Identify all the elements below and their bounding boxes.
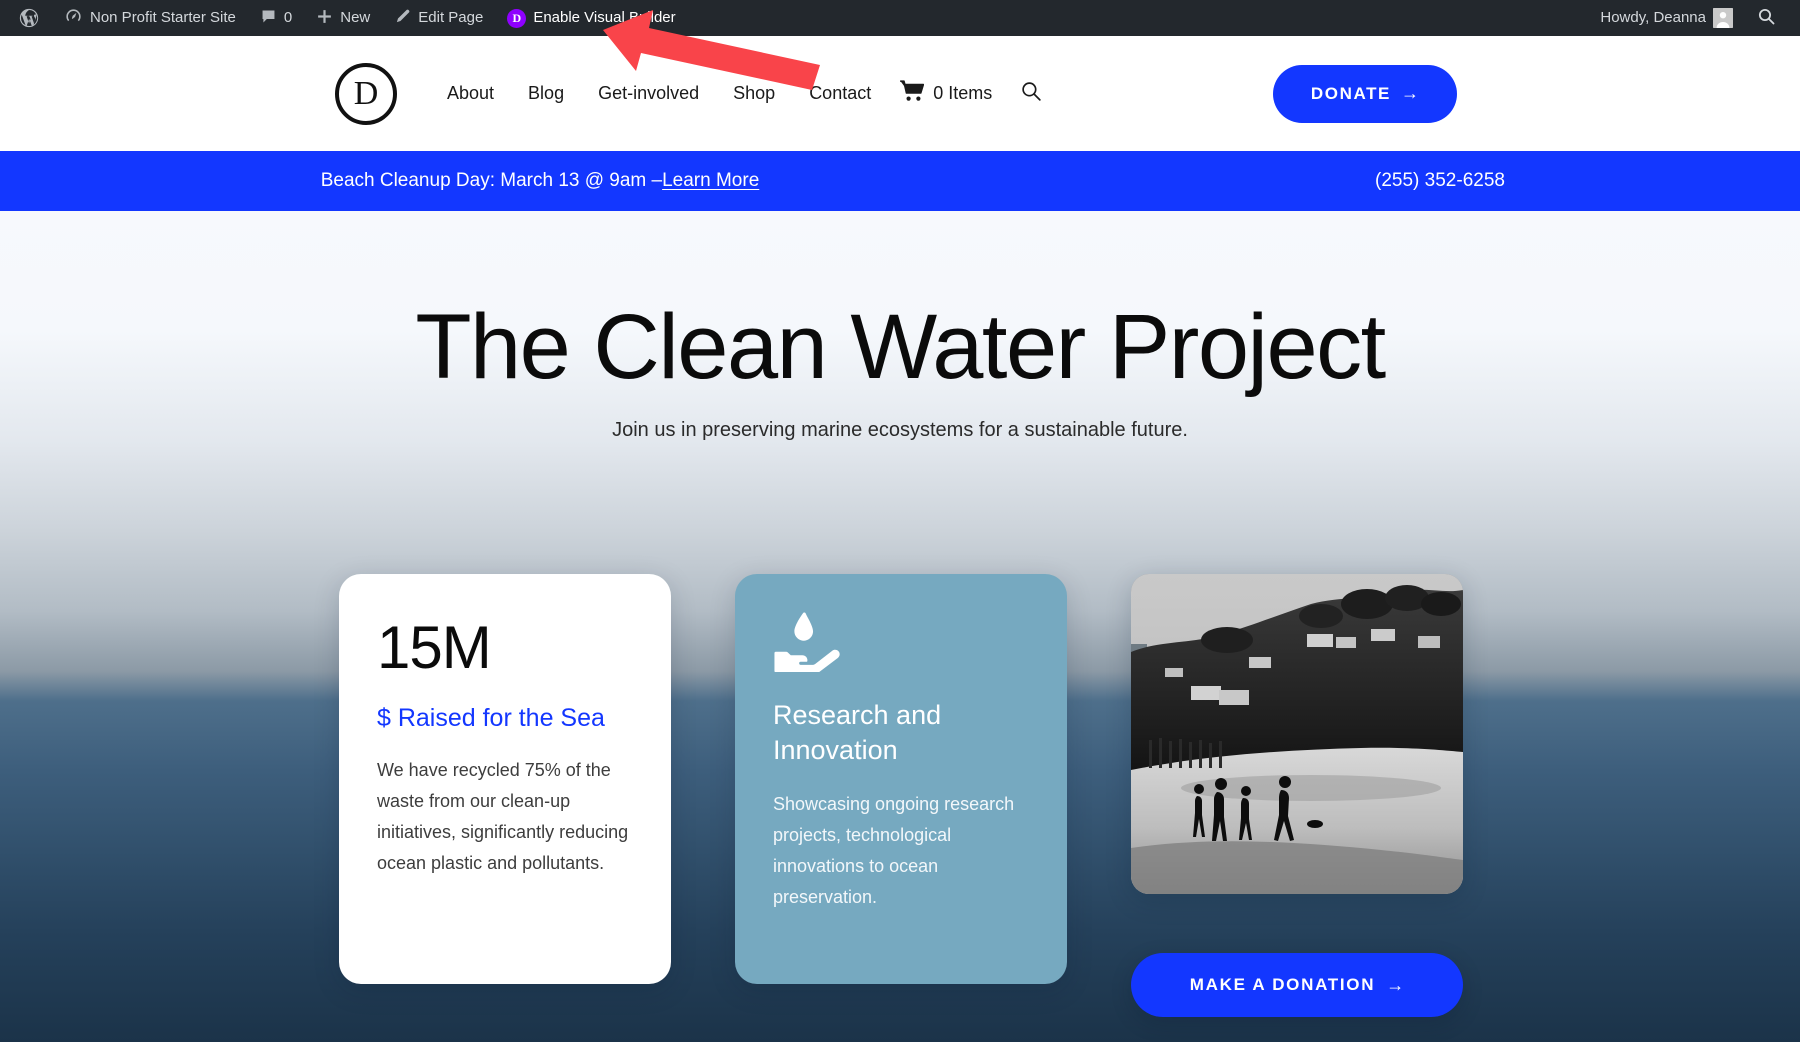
primary-navigation: About Blog Get-involved Shop Contact [430, 83, 888, 104]
announcement-message: Beach Cleanup Day: March 13 @ 9am – Lear… [0, 151, 1080, 211]
admin-bar-search[interactable] [1745, 0, 1788, 36]
feature-card: Research and Innovation Showcasing ongoi… [735, 574, 1067, 984]
stat-number: 15M [377, 614, 492, 681]
admin-bar-edit-page-label: Edit Page [418, 9, 484, 26]
comment-bubble-icon [260, 8, 277, 29]
page-subtitle: Join us in preserving marine ecosystems … [612, 419, 1188, 441]
feature-cards: 15M $ Raised for the Sea We have recycle… [339, 574, 1463, 1017]
nav-item-about[interactable]: About [430, 83, 511, 104]
divi-badge-icon: D [507, 8, 527, 28]
arrow-right-icon: → [1386, 974, 1405, 995]
admin-bar-site-name[interactable]: Non Profit Starter Site [52, 0, 248, 36]
admin-bar-enable-visual-builder[interactable]: D Enable Visual Builder [495, 0, 687, 36]
nav-item-blog[interactable]: Blog [511, 83, 581, 104]
feature-body: Showcasing ongoing research projects, te… [773, 794, 1015, 907]
admin-bar-howdy-label: Howdy, Deanna [1600, 9, 1706, 26]
site-header: D About Blog Get-involved Shop Contact 0… [0, 36, 1800, 151]
site-logo[interactable]: D [335, 62, 397, 125]
admin-bar-site-name-label: Non Profit Starter Site [90, 9, 236, 26]
media-card: MAKE A DONATION → [1131, 574, 1463, 1017]
announcement-learn-more-link[interactable]: Learn More [662, 170, 759, 192]
make-a-donation-label: MAKE A DONATION [1189, 975, 1376, 994]
nav-item-contact[interactable]: Contact [792, 83, 888, 104]
stat-card: 15M $ Raised for the Sea We have recycle… [339, 574, 671, 984]
admin-bar-left-group: Non Profit Starter Site 0 New Edit Page … [0, 0, 688, 36]
announcement-bar: Beach Cleanup Day: March 13 @ 9am – Lear… [0, 151, 1800, 211]
arrow-right-icon: → [1401, 83, 1419, 103]
cart-items-label: 0 Items [933, 83, 993, 103]
admin-bar-visual-builder-label: Enable Visual Builder [533, 9, 676, 26]
search-icon [1757, 7, 1776, 30]
page-title: The Clean Water Project [415, 296, 1386, 398]
nav-item-get-involved[interactable]: Get-involved [581, 83, 716, 104]
admin-bar-edit-page[interactable]: Edit Page [382, 0, 495, 36]
admin-bar-comments[interactable]: 0 [248, 0, 304, 36]
pencil-icon [394, 8, 411, 29]
feature-title: Research and Innovation [773, 700, 942, 765]
announcement-text: Beach Cleanup Day: March 13 @ 9am – [320, 170, 663, 191]
dashboard-icon [64, 7, 83, 30]
plus-icon [316, 8, 333, 29]
donate-button-label: DONATE [1310, 83, 1391, 103]
nav-item-shop[interactable]: Shop [716, 83, 792, 104]
hand-holding-water-drop-icon [773, 610, 843, 673]
hero-section: The Clean Water Project Join us in prese… [0, 211, 1800, 1042]
cart-link[interactable]: 0 Items [900, 80, 992, 107]
wp-admin-bar: Non Profit Starter Site 0 New Edit Page … [0, 0, 1800, 36]
search-icon [1020, 80, 1043, 108]
header-search-button[interactable] [1020, 80, 1043, 108]
wordpress-logo-icon [18, 7, 40, 29]
admin-bar-my-account[interactable]: Howdy, Deanna [1588, 0, 1745, 36]
avatar [1713, 8, 1733, 28]
admin-bar-wordpress-logo[interactable] [6, 0, 52, 36]
stat-body: We have recycled 75% of the waste from o… [377, 760, 629, 873]
admin-bar-comments-count: 0 [283, 9, 293, 26]
admin-bar-new[interactable]: New [304, 0, 382, 36]
donate-button[interactable]: DONATE → [1272, 64, 1457, 123]
stat-label: $ Raised for the Sea [377, 704, 605, 732]
admin-bar-new-label: New [340, 9, 371, 26]
announcement-phone[interactable]: (255) 352-6258 [1080, 151, 1800, 211]
shopping-cart-icon [900, 80, 925, 107]
make-a-donation-button[interactable]: MAKE A DONATION → [1131, 953, 1463, 1017]
beach-hillside-photo [1131, 574, 1463, 894]
admin-bar-right-group: Howdy, Deanna [1588, 0, 1800, 36]
